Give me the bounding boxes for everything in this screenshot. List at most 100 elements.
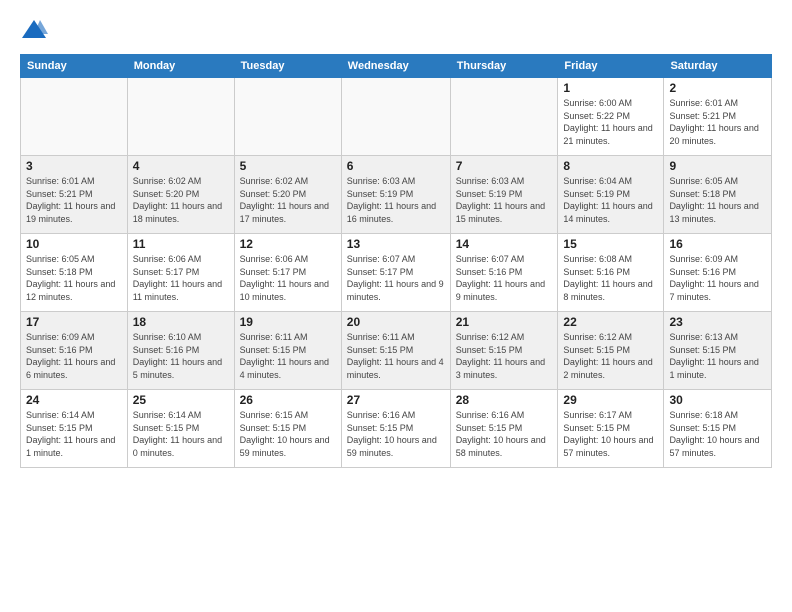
day-info: Sunrise: 6:00 AM Sunset: 5:22 PM Dayligh…	[563, 97, 658, 147]
day-number: 20	[347, 315, 445, 329]
day-number: 13	[347, 237, 445, 251]
calendar-day-cell: 29 Sunrise: 6:17 AM Sunset: 5:15 PM Dayli…	[558, 390, 664, 468]
day-info: Sunrise: 6:09 AM Sunset: 5:16 PM Dayligh…	[26, 331, 122, 381]
calendar-week-row: 24 Sunrise: 6:14 AM Sunset: 5:15 PM Dayli…	[21, 390, 772, 468]
calendar-day-cell	[21, 78, 128, 156]
day-info: Sunrise: 6:05 AM Sunset: 5:18 PM Dayligh…	[669, 175, 766, 225]
calendar-day-cell: 10 Sunrise: 6:05 AM Sunset: 5:18 PM Dayli…	[21, 234, 128, 312]
day-number: 18	[133, 315, 229, 329]
header	[20, 16, 772, 44]
day-info: Sunrise: 6:05 AM Sunset: 5:18 PM Dayligh…	[26, 253, 122, 303]
calendar-day-cell: 14 Sunrise: 6:07 AM Sunset: 5:16 PM Dayli…	[450, 234, 558, 312]
calendar-day-cell: 24 Sunrise: 6:14 AM Sunset: 5:15 PM Dayli…	[21, 390, 128, 468]
day-number: 3	[26, 159, 122, 173]
day-number: 2	[669, 81, 766, 95]
calendar-day-cell: 22 Sunrise: 6:12 AM Sunset: 5:15 PM Dayli…	[558, 312, 664, 390]
day-info: Sunrise: 6:15 AM Sunset: 5:15 PM Dayligh…	[240, 409, 336, 459]
calendar-day-cell: 4 Sunrise: 6:02 AM Sunset: 5:20 PM Daylig…	[127, 156, 234, 234]
logo	[20, 16, 52, 44]
calendar-day-cell	[450, 78, 558, 156]
day-info: Sunrise: 6:02 AM Sunset: 5:20 PM Dayligh…	[133, 175, 229, 225]
calendar-day-cell: 16 Sunrise: 6:09 AM Sunset: 5:16 PM Dayli…	[664, 234, 772, 312]
day-info: Sunrise: 6:03 AM Sunset: 5:19 PM Dayligh…	[456, 175, 553, 225]
day-number: 12	[240, 237, 336, 251]
day-number: 28	[456, 393, 553, 407]
calendar-day-cell: 8 Sunrise: 6:04 AM Sunset: 5:19 PM Daylig…	[558, 156, 664, 234]
calendar-day-cell: 12 Sunrise: 6:06 AM Sunset: 5:17 PM Dayli…	[234, 234, 341, 312]
calendar-day-cell: 2 Sunrise: 6:01 AM Sunset: 5:21 PM Daylig…	[664, 78, 772, 156]
calendar-day-cell: 23 Sunrise: 6:13 AM Sunset: 5:15 PM Dayli…	[664, 312, 772, 390]
calendar-day-cell: 9 Sunrise: 6:05 AM Sunset: 5:18 PM Daylig…	[664, 156, 772, 234]
day-number: 7	[456, 159, 553, 173]
day-info: Sunrise: 6:10 AM Sunset: 5:16 PM Dayligh…	[133, 331, 229, 381]
day-number: 25	[133, 393, 229, 407]
calendar-day-cell: 1Sunrise: 6:00 AM Sunset: 5:22 PM Daylig…	[558, 78, 664, 156]
day-number: 23	[669, 315, 766, 329]
calendar-day-cell: 27Sunrise: 6:16 AM Sunset: 5:15 PM Dayli…	[341, 390, 450, 468]
day-info: Sunrise: 6:18 AM Sunset: 5:15 PM Dayligh…	[669, 409, 766, 459]
calendar-day-cell: 7 Sunrise: 6:03 AM Sunset: 5:19 PM Daylig…	[450, 156, 558, 234]
calendar-day-header: Friday	[558, 55, 664, 78]
calendar-day-header: Wednesday	[341, 55, 450, 78]
calendar-header-row: SundayMondayTuesdayWednesdayThursdayFrid…	[21, 55, 772, 78]
calendar-day-cell	[341, 78, 450, 156]
day-number: 15	[563, 237, 658, 251]
day-number: 8	[563, 159, 658, 173]
day-info: Sunrise: 6:04 AM Sunset: 5:19 PM Dayligh…	[563, 175, 658, 225]
day-info: Sunrise: 6:01 AM Sunset: 5:21 PM Dayligh…	[669, 97, 766, 147]
calendar-day-header: Thursday	[450, 55, 558, 78]
calendar-week-row: 17 Sunrise: 6:09 AM Sunset: 5:16 PM Dayli…	[21, 312, 772, 390]
calendar-day-cell: 13Sunrise: 6:07 AM Sunset: 5:17 PM Dayli…	[341, 234, 450, 312]
day-info: Sunrise: 6:06 AM Sunset: 5:17 PM Dayligh…	[240, 253, 336, 303]
calendar-day-header: Sunday	[21, 55, 128, 78]
day-number: 16	[669, 237, 766, 251]
day-info: Sunrise: 6:12 AM Sunset: 5:15 PM Dayligh…	[456, 331, 553, 381]
logo-icon	[20, 16, 48, 44]
calendar-day-cell: 19Sunrise: 6:11 AM Sunset: 5:15 PM Dayli…	[234, 312, 341, 390]
day-number: 4	[133, 159, 229, 173]
day-info: Sunrise: 6:16 AM Sunset: 5:15 PM Dayligh…	[456, 409, 553, 459]
day-info: Sunrise: 6:13 AM Sunset: 5:15 PM Dayligh…	[669, 331, 766, 381]
day-info: Sunrise: 6:03 AM Sunset: 5:19 PM Dayligh…	[347, 175, 445, 225]
day-number: 17	[26, 315, 122, 329]
day-number: 30	[669, 393, 766, 407]
calendar-day-cell: 28 Sunrise: 6:16 AM Sunset: 5:15 PM Dayli…	[450, 390, 558, 468]
day-number: 27	[347, 393, 445, 407]
calendar-week-row: 1Sunrise: 6:00 AM Sunset: 5:22 PM Daylig…	[21, 78, 772, 156]
day-info: Sunrise: 6:17 AM Sunset: 5:15 PM Dayligh…	[563, 409, 658, 459]
calendar-day-cell: 5 Sunrise: 6:02 AM Sunset: 5:20 PM Daylig…	[234, 156, 341, 234]
calendar-day-cell: 18 Sunrise: 6:10 AM Sunset: 5:16 PM Dayli…	[127, 312, 234, 390]
day-info: Sunrise: 6:01 AM Sunset: 5:21 PM Dayligh…	[26, 175, 122, 225]
day-number: 19	[240, 315, 336, 329]
day-number: 14	[456, 237, 553, 251]
day-number: 5	[240, 159, 336, 173]
calendar-day-cell: 15 Sunrise: 6:08 AM Sunset: 5:16 PM Dayli…	[558, 234, 664, 312]
day-info: Sunrise: 6:14 AM Sunset: 5:15 PM Dayligh…	[26, 409, 122, 459]
calendar-week-row: 3 Sunrise: 6:01 AM Sunset: 5:21 PM Daylig…	[21, 156, 772, 234]
page: SundayMondayTuesdayWednesdayThursdayFrid…	[0, 0, 792, 612]
calendar-day-header: Saturday	[664, 55, 772, 78]
day-info: Sunrise: 6:14 AM Sunset: 5:15 PM Dayligh…	[133, 409, 229, 459]
calendar-day-cell: 21Sunrise: 6:12 AM Sunset: 5:15 PM Dayli…	[450, 312, 558, 390]
calendar-week-row: 10 Sunrise: 6:05 AM Sunset: 5:18 PM Dayli…	[21, 234, 772, 312]
day-number: 22	[563, 315, 658, 329]
calendar-day-cell: 6Sunrise: 6:03 AM Sunset: 5:19 PM Daylig…	[341, 156, 450, 234]
day-info: Sunrise: 6:02 AM Sunset: 5:20 PM Dayligh…	[240, 175, 336, 225]
day-info: Sunrise: 6:12 AM Sunset: 5:15 PM Dayligh…	[563, 331, 658, 381]
day-number: 24	[26, 393, 122, 407]
calendar-day-cell	[234, 78, 341, 156]
day-info: Sunrise: 6:07 AM Sunset: 5:16 PM Dayligh…	[456, 253, 553, 303]
calendar-day-cell	[127, 78, 234, 156]
calendar-day-cell: 17 Sunrise: 6:09 AM Sunset: 5:16 PM Dayli…	[21, 312, 128, 390]
day-number: 29	[563, 393, 658, 407]
day-number: 9	[669, 159, 766, 173]
calendar-day-cell: 25 Sunrise: 6:14 AM Sunset: 5:15 PM Dayli…	[127, 390, 234, 468]
day-info: Sunrise: 6:09 AM Sunset: 5:16 PM Dayligh…	[669, 253, 766, 303]
day-info: Sunrise: 6:08 AM Sunset: 5:16 PM Dayligh…	[563, 253, 658, 303]
calendar-day-header: Tuesday	[234, 55, 341, 78]
day-number: 11	[133, 237, 229, 251]
day-info: Sunrise: 6:06 AM Sunset: 5:17 PM Dayligh…	[133, 253, 229, 303]
day-number: 10	[26, 237, 122, 251]
day-info: Sunrise: 6:11 AM Sunset: 5:15 PM Dayligh…	[347, 331, 445, 381]
calendar-day-cell: 26Sunrise: 6:15 AM Sunset: 5:15 PM Dayli…	[234, 390, 341, 468]
